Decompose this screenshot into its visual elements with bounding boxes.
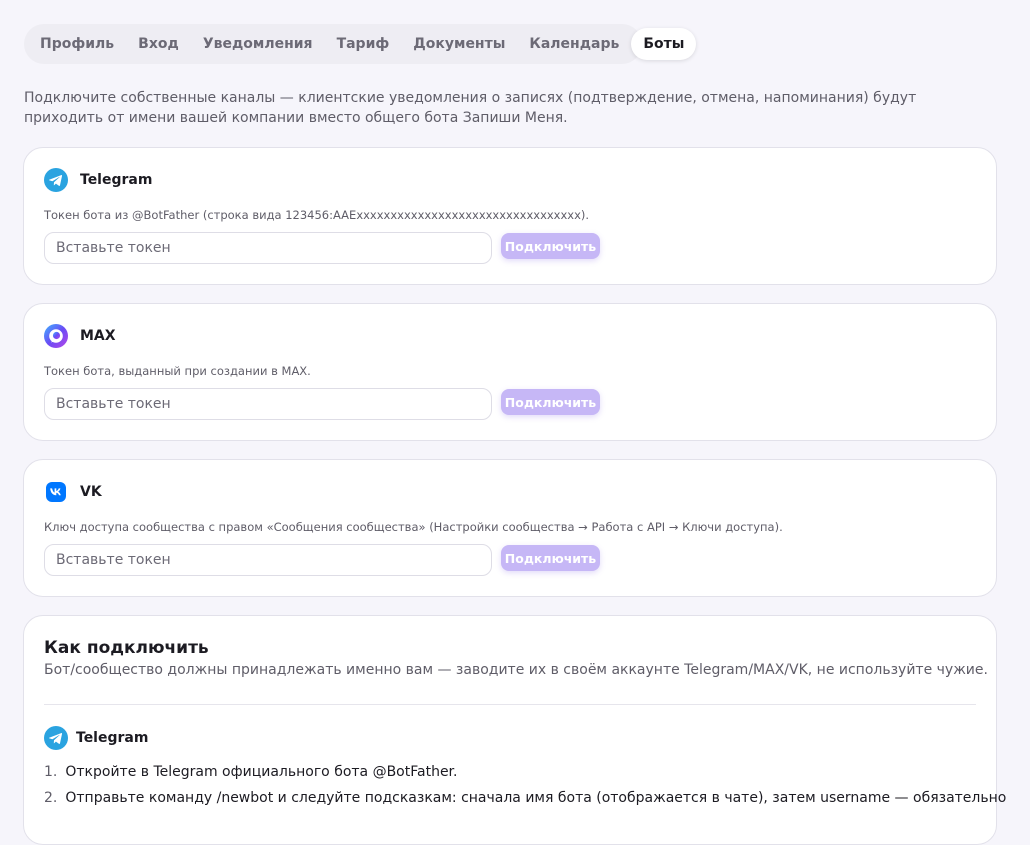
telegram-card: Telegram Токен бота из @BotFather (строк… [23,147,997,285]
step-number: 1. [44,764,58,780]
max-icon [44,324,68,348]
tab-calendar[interactable]: Календарь [517,28,631,60]
vk-card: VK Ключ доступа сообщества с правом «Соо… [23,459,997,597]
how-to-card: Как подключить Бот/сообщество должны при… [23,615,1006,845]
settings-tabs: Профиль Вход Уведомления Тариф Документы… [24,24,697,64]
tab-profile[interactable]: Профиль [28,28,126,60]
telegram-icon [44,726,68,750]
how-to-title: Как подключить [44,638,209,658]
telegram-card-header: Telegram [44,168,152,192]
vk-title: VK [80,484,102,500]
max-card-header: MAX [44,324,116,348]
divider [44,704,976,705]
tab-notifications[interactable]: Уведомления [191,28,325,60]
vk-connect-button[interactable]: Подключить [501,545,600,571]
tab-login[interactable]: Вход [126,28,191,60]
telegram-icon [44,168,68,192]
step-text: Отправьте команду /newbot и следуйте под… [65,790,1007,806]
list-item: 1. Откройте в Telegram официального бота … [44,762,1006,788]
how-to-telegram-title: Telegram [76,730,149,746]
telegram-hint: Токен бота из @BotFather (строка вида 12… [44,208,590,222]
max-token-input[interactable] [44,388,492,420]
how-to-subtitle: Бот/сообщество должны принадлежать именн… [44,662,988,678]
step-number: 2. [44,790,58,806]
vk-icon [46,482,66,502]
telegram-connect-button[interactable]: Подключить [501,233,600,259]
max-connect-button[interactable]: Подключить [501,389,600,415]
tab-plan[interactable]: Тариф [325,28,402,60]
max-hint: Токен бота, выданный при создании в MAX. [44,364,311,378]
intro-text: Подключите собственные каналы — клиентск… [24,90,917,126]
list-item: 2. Отправьте команду /newbot и следуйте п… [44,788,1006,814]
telegram-title: Telegram [80,172,153,188]
vk-hint: Ключ доступа сообщества с правом «Сообще… [44,520,783,534]
max-card: MAX Токен бота, выданный при создании в … [23,303,997,441]
how-to-steps: 1. Откройте в Telegram официального бота … [44,762,1006,814]
max-title: MAX [80,328,116,344]
vk-token-input[interactable] [44,544,492,576]
tab-bots[interactable]: Боты [631,28,697,60]
vk-card-header: VK [44,480,102,504]
how-to-telegram-header: Telegram [44,726,148,750]
step-text: Откройте в Telegram официального бота @B… [65,764,458,780]
telegram-token-input[interactable] [44,232,492,264]
tab-documents[interactable]: Документы [401,28,517,60]
